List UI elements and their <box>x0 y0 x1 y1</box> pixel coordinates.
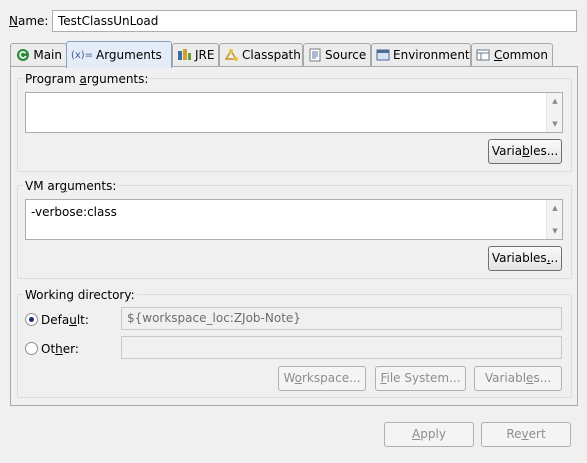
working-directory-variables-button[interactable]: Variables... <box>474 366 562 391</box>
scroll-down-arrow-icon[interactable]: ▼ <box>547 117 563 131</box>
tab-environment-label: Environment <box>393 48 470 62</box>
tab-arguments[interactable]: (x)= Arguments <box>66 41 172 68</box>
default-radio-label: Default: <box>41 313 89 327</box>
main-tab-icon <box>15 47 30 63</box>
program-variables-button[interactable]: Variables... <box>488 139 562 164</box>
arguments-panel: Program arguments: ▲ ▼ Variables... VM a… <box>10 66 578 406</box>
name-label: Name: <box>9 14 49 28</box>
tab-arguments-label: Arguments <box>96 48 162 62</box>
jre-tab-icon <box>177 47 192 63</box>
working-directory-title: Working directory: <box>23 288 137 302</box>
default-directory-field: ${workspace_loc:ZJob-Note} <box>121 307 562 330</box>
scroll-down-arrow-icon[interactable]: ▼ <box>547 224 563 238</box>
vm-arguments-input[interactable]: -verbose:class ▲ ▼ <box>25 199 563 240</box>
name-field[interactable]: TestClassUnLoad <box>52 10 577 32</box>
other-directory-field[interactable] <box>121 336 562 359</box>
scroll-up-arrow-icon[interactable]: ▲ <box>547 94 563 108</box>
workspace-button[interactable]: Workspace... <box>278 366 366 391</box>
tab-environment[interactable]: Environment <box>371 43 471 66</box>
arguments-tab-icon: (x)= <box>70 49 94 61</box>
tab-source[interactable]: Source <box>303 43 371 66</box>
tab-common[interactable]: Common <box>471 43 553 66</box>
environment-tab-icon <box>376 47 390 63</box>
source-tab-icon <box>308 47 322 63</box>
tab-jre[interactable]: JRE <box>172 43 219 66</box>
common-tab-icon <box>476 47 491 63</box>
scroll-up-arrow-icon[interactable]: ▲ <box>547 201 563 215</box>
tab-classpath[interactable]: Classpath <box>219 43 303 66</box>
default-radio[interactable] <box>25 313 38 326</box>
tab-classpath-label: Classpath <box>242 48 301 62</box>
other-radio-label: Other: <box>41 342 79 356</box>
apply-button[interactable]: Apply <box>384 422 474 447</box>
vm-arguments-scrollbar[interactable]: ▲ ▼ <box>546 200 562 239</box>
other-radio[interactable] <box>25 342 38 355</box>
tab-main[interactable]: Main <box>10 43 67 66</box>
tab-jre-label: JRE <box>195 48 215 62</box>
tab-common-label: Common <box>493 48 548 62</box>
vm-variables-button[interactable]: Variables... <box>488 246 562 271</box>
program-arguments-input[interactable]: ▲ ▼ <box>25 92 563 133</box>
tab-main-label: Main <box>33 48 62 62</box>
classpath-tab-icon <box>224 47 239 63</box>
revert-button[interactable]: Revert <box>481 422 571 447</box>
program-arguments-scrollbar[interactable]: ▲ ▼ <box>546 93 562 132</box>
vm-arguments-title: VM arguments: <box>23 179 119 193</box>
file-system-button[interactable]: File System... <box>375 366 466 391</box>
tab-source-label: Source <box>325 48 367 62</box>
program-arguments-title: Program arguments: <box>23 72 151 86</box>
